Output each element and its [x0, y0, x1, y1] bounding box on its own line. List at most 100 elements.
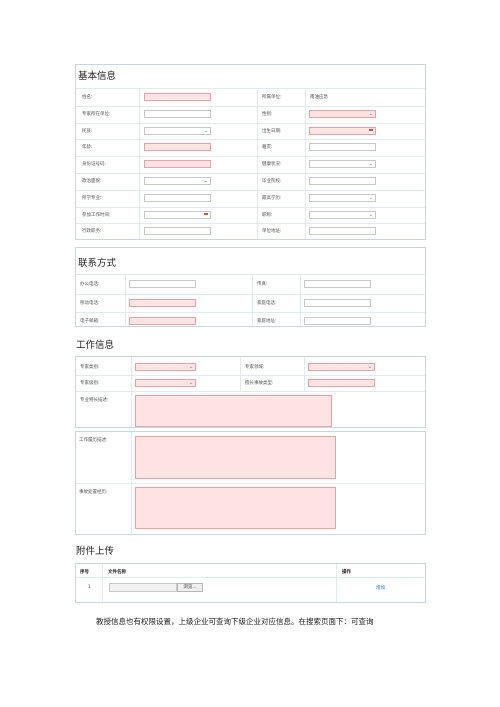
- basic-left-date[interactable]: [144, 210, 211, 219]
- work-right-input[interactable]: [308, 379, 375, 387]
- col-header-action: 操作: [342, 570, 351, 575]
- basic-right-input[interactable]: [309, 177, 376, 185]
- chevron-down-icon: ⌄: [368, 194, 373, 201]
- work-right-label: 擅长事故类型:: [245, 381, 274, 386]
- basic-left-input[interactable]: [144, 227, 211, 236]
- work-right-select[interactable]: ⌄: [308, 363, 375, 371]
- basic-left-label: 参加工作时间:: [82, 212, 111, 218]
- work-left-label: 专家类别:: [80, 365, 100, 370]
- row-divider: [76, 189, 425, 191]
- contact-left-input[interactable]: [129, 298, 196, 307]
- attachment-row-no: 1: [88, 585, 91, 590]
- basic-right-input[interactable]: [309, 227, 376, 236]
- row-divider: [76, 105, 425, 107]
- work-left-label: 专业特长描述:: [80, 398, 109, 403]
- basic-right-date[interactable]: [309, 126, 376, 135]
- work-title: 工作信息: [76, 340, 115, 351]
- attachments-title: 附件上传: [76, 546, 115, 557]
- browse-button[interactable]: 浏览...: [177, 583, 203, 592]
- chevron-down-icon: ⌄: [188, 364, 193, 370]
- row-divider: [76, 312, 425, 313]
- basic-left-input[interactable]: [144, 93, 211, 101]
- contact-left-input[interactable]: [129, 317, 196, 325]
- basic-left-label: 身份证号码:: [82, 162, 107, 168]
- work-left-select[interactable]: ⌄: [135, 363, 196, 371]
- contact-right-input[interactable]: [304, 317, 371, 325]
- chevron-down-icon: ⌄: [203, 178, 208, 184]
- row-divider: [76, 122, 425, 124]
- contact-right-input[interactable]: [304, 298, 371, 307]
- work-left-select[interactable]: ⌄: [135, 379, 196, 387]
- col-divider: [257, 89, 258, 239]
- basic-left-input[interactable]: [144, 143, 211, 152]
- basic-left-label: 姓名:: [82, 95, 93, 100]
- contact-right-label: 传真:: [257, 282, 268, 287]
- basic-right-label: 单位地址:: [262, 229, 282, 235]
- incident-experience-textarea[interactable]: [135, 487, 336, 529]
- contact-left-label: 办公电话:: [80, 282, 100, 287]
- contact-left-input[interactable]: [129, 280, 196, 288]
- calendar-icon[interactable]: [369, 128, 373, 133]
- add-attachment-link[interactable]: 增加: [376, 585, 385, 591]
- basic-right-select[interactable]: ⌄: [309, 160, 376, 169]
- row-divider: [76, 156, 425, 158]
- basic-info-title: 基本信息: [78, 71, 117, 82]
- work-left-label: 专家级别:: [80, 381, 100, 386]
- work-history-label: 工作履历描述:: [79, 438, 108, 443]
- chevron-down-icon: ⌄: [368, 110, 373, 117]
- basic-left-label: 政治面貌:: [82, 179, 102, 184]
- unit-value: 南油应急: [310, 95, 328, 100]
- col-header-filename: 文件名称: [108, 570, 126, 575]
- contact-title: 联系方式: [78, 258, 117, 269]
- chevron-down-icon: ⌄: [188, 380, 193, 386]
- basic-right-select[interactable]: ⌄: [309, 193, 376, 202]
- col-divider: [300, 275, 301, 326]
- basic-left-input[interactable]: [144, 193, 211, 202]
- body-paragraph: 教授信息也有权限设置，上级企业可查询下级企业对应信息。在搜索页面下：可查询: [96, 617, 374, 626]
- col-divider: [125, 275, 126, 326]
- basic-left-select[interactable]: ⌄: [144, 177, 211, 185]
- chevron-down-icon: ⌄: [368, 161, 373, 168]
- basic-right-label: 籍贯:: [262, 145, 273, 151]
- basic-right-input[interactable]: [309, 143, 376, 152]
- specialty-textarea[interactable]: [135, 395, 332, 427]
- calendar-icon[interactable]: [204, 212, 208, 217]
- basic-right-select[interactable]: ⌄: [309, 109, 376, 118]
- basic-right-label: 健康状况:: [262, 162, 282, 168]
- basic-left-select[interactable]: ⌄: [144, 126, 211, 135]
- incident-experience-label: 事故处置经历:: [79, 490, 108, 495]
- contact-right-label: 家庭地址:: [257, 319, 277, 324]
- col-header-no: 序号: [80, 570, 89, 575]
- row-divider: [76, 139, 425, 141]
- work-right-label: 专家领域:: [245, 365, 265, 370]
- col-divider: [139, 89, 140, 239]
- basic-right-label: 毕业院校:: [262, 179, 282, 184]
- chevron-down-icon: ⌄: [367, 364, 372, 370]
- basic-left-label: 民族:: [82, 128, 93, 134]
- contact-right-input[interactable]: [304, 280, 371, 288]
- basic-right-label: 最高学历:: [262, 195, 282, 201]
- basic-left-label: 所学专业:: [82, 195, 102, 201]
- basic-right-label: 性别:: [262, 111, 273, 117]
- contact-left-label: 移动电话:: [80, 300, 100, 306]
- row-divider: [76, 173, 425, 174]
- file-path-input[interactable]: [109, 583, 177, 592]
- work-history-textarea[interactable]: [135, 436, 336, 479]
- basic-left-label: 行政职务:: [82, 229, 102, 235]
- basic-left-input[interactable]: [144, 160, 211, 169]
- contact-left-label: 电子邮箱:: [80, 319, 100, 324]
- row-divider: [76, 223, 425, 225]
- col-divider: [305, 89, 306, 239]
- row-divider: [76, 293, 425, 295]
- col-divider: [252, 275, 253, 326]
- basic-left-label: 专家所在单位:: [82, 111, 111, 117]
- row-divider: [76, 375, 425, 376]
- basic-right-select[interactable]: ⌄: [309, 210, 376, 219]
- basic-left-input[interactable]: [144, 109, 211, 118]
- basic-right-label: 出生日期:: [262, 128, 282, 134]
- basic-left-label: 年龄:: [82, 145, 93, 151]
- basic-right-label: 所属单位:: [262, 95, 282, 100]
- chevron-down-icon: ⌄: [203, 127, 208, 134]
- chevron-down-icon: ⌄: [368, 211, 373, 218]
- basic-right-label: 职称:: [262, 212, 273, 218]
